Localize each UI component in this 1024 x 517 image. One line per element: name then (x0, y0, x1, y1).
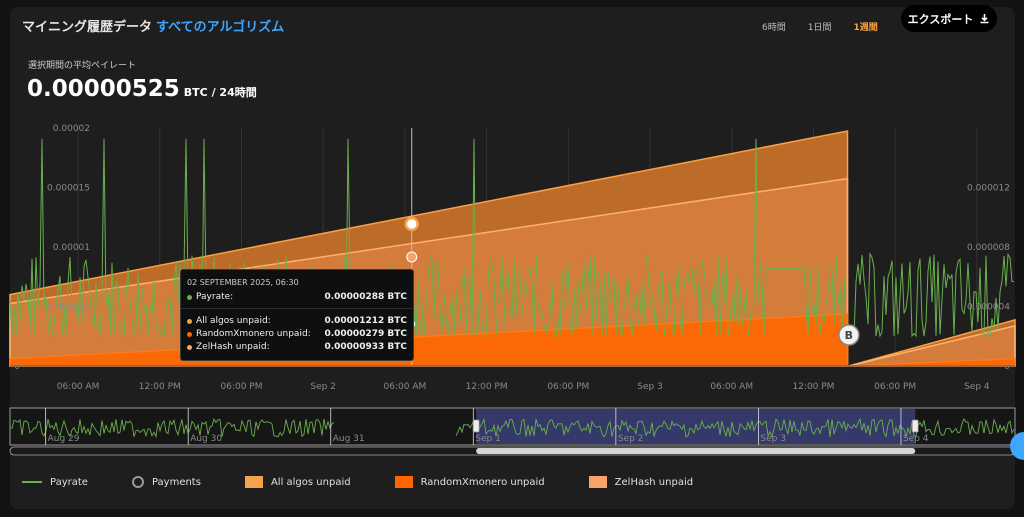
tooltip-zelhash-value: 0.00000933 BTC (324, 342, 407, 352)
range-1w[interactable]: 1週間 (853, 20, 877, 33)
export-button[interactable]: エクスポート (901, 5, 997, 32)
page-title: マイニング履歴データ すべてのアルゴリズム (22, 16, 284, 35)
chart-tooltip: 02 SEPTEMBER 2025, 06:30 Payrate: 0.0000… (180, 269, 414, 361)
tooltip-date: 02 SEPTEMBER 2025, 06:30 (187, 278, 299, 287)
y-left-tick: 0.00002 (53, 124, 90, 134)
algorithm-link[interactable]: すべてのアルゴリズム (156, 20, 284, 35)
tooltip-all-label: All algos unpaid: (196, 316, 271, 326)
legend-zelhash[interactable]: ZelHash unpaid (588, 476, 694, 488)
export-label: エクスポート (907, 12, 974, 26)
average-payrate-unit: BTC / 24時間 (183, 86, 257, 99)
legend-payments[interactable]: Payments (131, 476, 201, 488)
tooltip-row-all: All algos unpaid: 0.00001212 BTC (187, 316, 407, 326)
payments-swatch (131, 476, 144, 488)
tooltip-row-randomx: RandomXmonero unpaid: 0.00000279 BTC (187, 329, 407, 339)
tooltip-payrate-label: Payrate: (196, 292, 234, 302)
navigator-label: Sep 4 (903, 434, 929, 444)
all-algos-swatch (244, 476, 263, 488)
payrate-swatch (22, 481, 42, 483)
y-right-tick: 0 (1004, 362, 1010, 372)
tooltip-row-payrate: Payrate: 0.00000288 BTC (187, 292, 407, 302)
tooltip-all-value: 0.00001212 BTC (324, 316, 407, 326)
zelhash-swatch (588, 476, 607, 488)
x-tick: 06:00 AM (57, 382, 100, 392)
download-icon (980, 14, 989, 24)
y-right-tick: 0.000008 (967, 243, 1010, 253)
y-left-tick: 0.00001 (53, 243, 90, 253)
legend-all-algos[interactable]: All algos unpaid (244, 476, 351, 488)
x-tick: 06:00 PM (547, 382, 589, 392)
average-payrate: 0.00000525 BTC / 24時間 (27, 76, 257, 102)
y-right-tick: 0.000012 (967, 184, 1010, 194)
y-left-tick: 0 (14, 362, 20, 372)
navigator-label: Aug 31 (333, 434, 365, 444)
navigator-label: Sep 2 (618, 434, 644, 444)
legend-payrate-label: Payrate (50, 476, 88, 488)
hover-point-all (404, 216, 419, 232)
y-left-tick: 0.000015 (47, 184, 90, 194)
legend-all-algos-label: All algos unpaid (270, 476, 351, 488)
tooltip-zelhash-label: ZelHash unpaid: (196, 342, 270, 352)
tooltip-randomx-label: RandomXmonero unpaid: (196, 329, 311, 339)
randomx-swatch (394, 476, 413, 488)
range-1d[interactable]: 1日間 (808, 20, 832, 33)
x-tick: Sep 3 (637, 382, 663, 392)
x-tick: 12:00 PM (466, 382, 508, 392)
average-payrate-label: 選択期間の平均ペイレート (28, 61, 137, 71)
navigator-label: Aug 29 (48, 434, 80, 444)
chart-legend: Payrate Payments All algos unpaid Random… (22, 476, 737, 488)
payment-bitcoin-icon: B (845, 329, 853, 342)
legend-randomx[interactable]: RandomXmonero unpaid (394, 476, 545, 488)
x-tick: 06:00 PM (874, 382, 916, 392)
legend-payments-label: Payments (151, 476, 201, 488)
navigator-label: Aug 30 (190, 434, 222, 444)
legend-randomx-label: RandomXmonero unpaid (420, 476, 545, 488)
legend-zelhash-label: ZelHash unpaid (614, 476, 694, 488)
range-selector: 6時間 1日間 1週間 (762, 20, 878, 33)
x-tick: Sep 2 (310, 382, 336, 392)
navigator-label: Sep 3 (760, 434, 786, 444)
tooltip-row-zelhash: ZelHash unpaid: 0.00000933 BTC (187, 342, 407, 352)
average-payrate-value: 0.00000525 (27, 76, 180, 102)
hover-point-zelhash (406, 251, 418, 263)
tooltip-randomx-value: 0.00000279 BTC (324, 329, 407, 339)
navigator-scroll-thumb[interactable] (476, 448, 916, 454)
x-tick: 12:00 PM (792, 382, 834, 392)
navigator-handle-left[interactable] (472, 419, 480, 433)
y-right-tick: 0.000004 (967, 303, 1010, 313)
navigator-handle-right[interactable] (911, 419, 919, 433)
tooltip-payrate-value: 0.00000288 BTC (324, 292, 407, 302)
x-tick: 06:00 PM (221, 382, 263, 392)
range-6h[interactable]: 6時間 (762, 20, 786, 33)
x-tick: 06:00 AM (384, 382, 427, 392)
tooltip-divider (181, 308, 413, 309)
x-tick: 12:00 PM (139, 382, 181, 392)
title-text: マイニング履歴データ (22, 20, 153, 35)
legend-payrate[interactable]: Payrate (22, 477, 88, 488)
x-tick: Sep 4 (964, 382, 990, 392)
y-left-tick: 0.000005 (47, 303, 90, 313)
navigator-label: Sep 1 (475, 434, 501, 444)
x-tick: 06:00 AM (710, 382, 753, 392)
